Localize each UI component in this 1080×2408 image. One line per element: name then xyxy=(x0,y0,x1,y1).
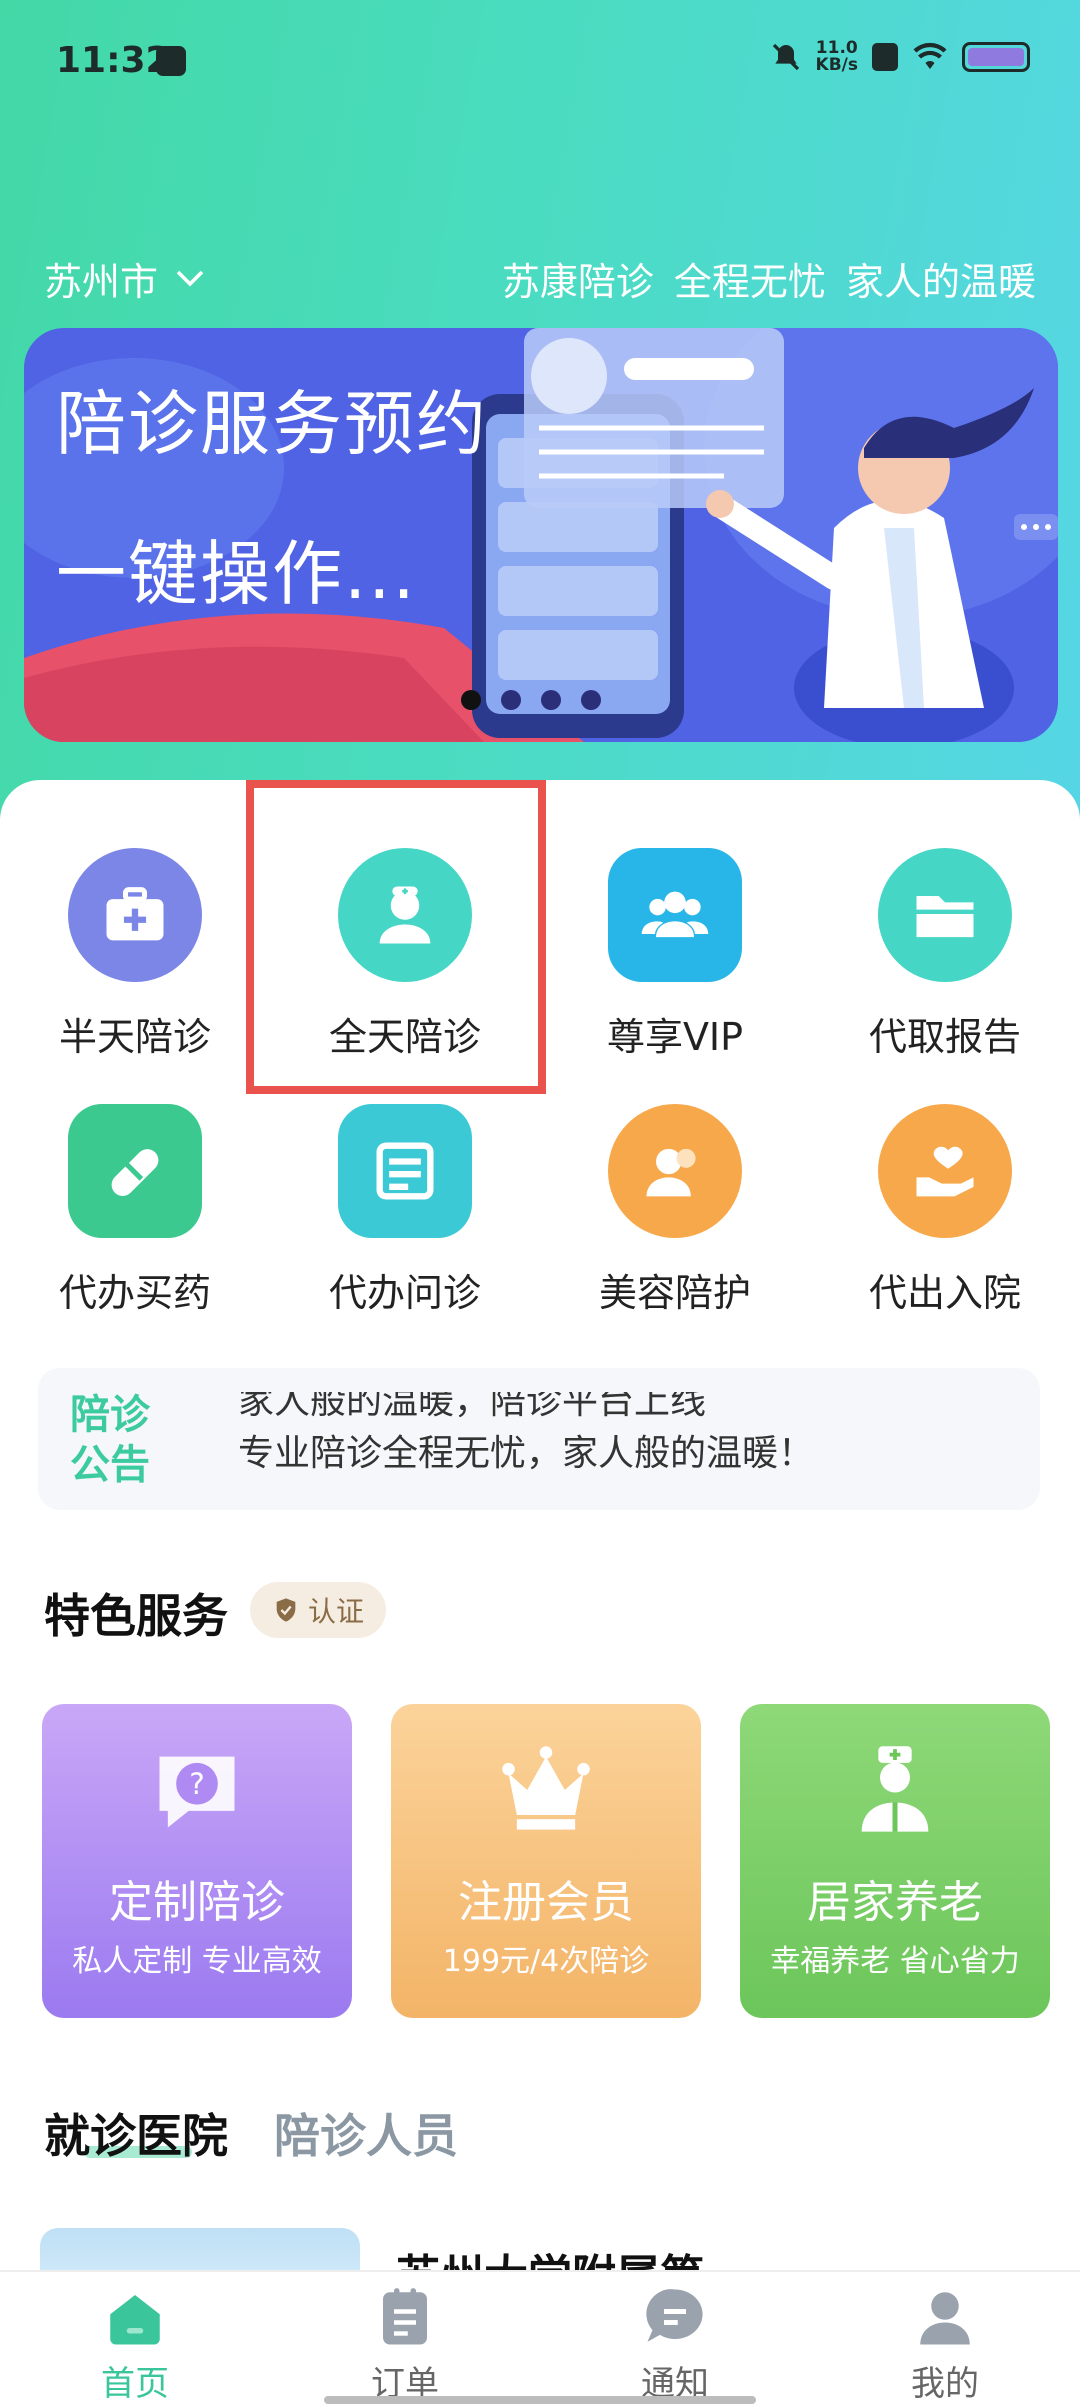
folder-icon xyxy=(878,848,1012,982)
featured-section-title: 特色服务 xyxy=(44,1589,228,1643)
service-label: 半天陪诊 xyxy=(58,1015,211,1059)
status-icons: 11.0 KB/s xyxy=(770,40,1030,74)
nav-home[interactable]: 首页 xyxy=(0,2284,270,2408)
notice-marquee: 家人般的温暖，陪诊平台上线 专业陪诊全程无忧，家人般的温暖！ xyxy=(238,1392,998,1488)
sim-off-icon xyxy=(872,43,898,71)
nav-label: 首页 xyxy=(101,2364,169,2404)
feature-title: 注册会员 xyxy=(458,1877,634,1928)
service-buy-medicine[interactable]: 代办买药 xyxy=(0,1104,270,1354)
bottom-navigation: 首页 订单 通知 我的 xyxy=(0,2270,1080,2408)
service-label: 美容陪护 xyxy=(598,1271,751,1315)
nav-orders[interactable]: 订单 xyxy=(270,2284,540,2408)
tab-escorts[interactable]: 陪诊人员 xyxy=(274,2100,458,2166)
service-beauty-care[interactable]: 美容陪护 xyxy=(540,1104,810,1354)
service-consult[interactable]: 代办问诊 xyxy=(270,1104,540,1354)
chat-icon xyxy=(646,2289,703,2342)
network-speed: 11.0 KB/s xyxy=(816,40,858,74)
service-label: 代办问诊 xyxy=(328,1271,481,1315)
service-half-day[interactable]: 半天陪诊 xyxy=(0,848,270,1098)
banner-indicator[interactable] xyxy=(461,690,601,710)
feature-subtitle: 199元/4次陪诊 xyxy=(442,1944,650,1979)
document-icon xyxy=(338,1104,472,1238)
status-bar: 11:32 11.0 KB/s xyxy=(0,0,1080,130)
notification-app-icon xyxy=(156,46,186,76)
pill-icon xyxy=(68,1104,202,1238)
battery-icon xyxy=(962,42,1030,72)
service-label: 代取报告 xyxy=(868,1015,1021,1059)
shield-check-icon xyxy=(276,1598,296,1622)
crown-icon xyxy=(502,1746,590,1830)
clipboard-icon xyxy=(383,2288,427,2345)
nav-label: 我的 xyxy=(911,2364,979,2404)
notice-line: 专业陪诊全程无忧，家人般的温暖！ xyxy=(238,1433,815,1474)
feature-title: 定制陪诊 xyxy=(109,1877,285,1928)
feature-card-membership[interactable]: 注册会员 199元/4次陪诊 xyxy=(391,1704,701,2018)
svg-text:?: ? xyxy=(189,1767,204,1801)
banner-dot[interactable] xyxy=(501,690,521,710)
service-label: 代办买药 xyxy=(58,1271,211,1315)
banner-dot[interactable] xyxy=(541,690,561,710)
tab-hospitals[interactable]: 就诊医院 xyxy=(44,2100,228,2166)
feature-card-custom[interactable]: ? 定制陪诊 私人定制 专业高效 xyxy=(42,1704,352,2018)
verified-badge-label: 认证 xyxy=(308,1595,365,1628)
nav-notifications[interactable]: 通知 xyxy=(540,2284,810,2408)
banner-dot[interactable] xyxy=(461,690,481,710)
notice-line: 家人般的温暖，陪诊平台上线 xyxy=(238,1392,707,1422)
service-vip[interactable]: 尊享VIP xyxy=(540,848,810,1098)
nav-profile[interactable]: 我的 xyxy=(810,2284,1080,2408)
notice-bar[interactable]: 陪诊公告 家人般的温暖，陪诊平台上线 专业陪诊全程无忧，家人般的温暖！ xyxy=(38,1368,1040,1510)
feature-card-elderly-care[interactable]: 居家养老 幸福养老 省心省力 xyxy=(740,1704,1050,2018)
gesture-home-bar[interactable] xyxy=(324,2396,756,2404)
home-icon xyxy=(110,2295,160,2345)
medical-kit-icon xyxy=(68,848,202,982)
wifi-icon xyxy=(913,42,947,69)
feature-subtitle: 私人定制 专业高效 xyxy=(72,1944,322,1979)
banner-dot[interactable] xyxy=(581,690,601,710)
people-icon xyxy=(608,1104,742,1238)
user-icon xyxy=(920,2292,970,2345)
location-row: 苏州市 苏康陪诊 全程无忧 家人的温暖 xyxy=(44,248,1036,308)
service-label: 尊享VIP xyxy=(606,1015,744,1059)
city-name: 苏州市 xyxy=(44,259,159,304)
banner-title: 陪诊服务预约 xyxy=(56,383,488,465)
chevron-down-icon xyxy=(176,270,204,287)
city-selector[interactable]: 苏州市 xyxy=(44,251,208,306)
notice-label: 陪诊公告 xyxy=(70,1392,150,1488)
service-label: 代出入院 xyxy=(868,1271,1021,1315)
promo-banner[interactable]: 陪诊服务预约 一键操作... xyxy=(24,328,1058,742)
network-speed-unit: KB/s xyxy=(815,55,858,75)
feature-subtitle: 幸福养老 省心省力 xyxy=(770,1944,1020,1979)
heart-hand-icon xyxy=(878,1104,1012,1238)
service-report[interactable]: 代取报告 xyxy=(810,848,1080,1098)
feature-title: 居家养老 xyxy=(807,1877,983,1928)
selection-highlight-box xyxy=(246,780,546,1094)
banner-subtitle: 一键操作... xyxy=(56,533,417,615)
status-time: 11:32 xyxy=(56,40,171,81)
group-icon xyxy=(608,848,742,982)
doctor-icon xyxy=(861,1746,929,1832)
mute-bell-icon xyxy=(772,43,799,71)
slogan: 苏康陪诊 全程无忧 家人的温暖 xyxy=(501,259,1036,304)
service-hospital-admission[interactable]: 代出入院 xyxy=(810,1104,1080,1354)
question-icon: ? xyxy=(159,1756,235,1828)
verified-badge: 认证 xyxy=(250,1582,387,1638)
